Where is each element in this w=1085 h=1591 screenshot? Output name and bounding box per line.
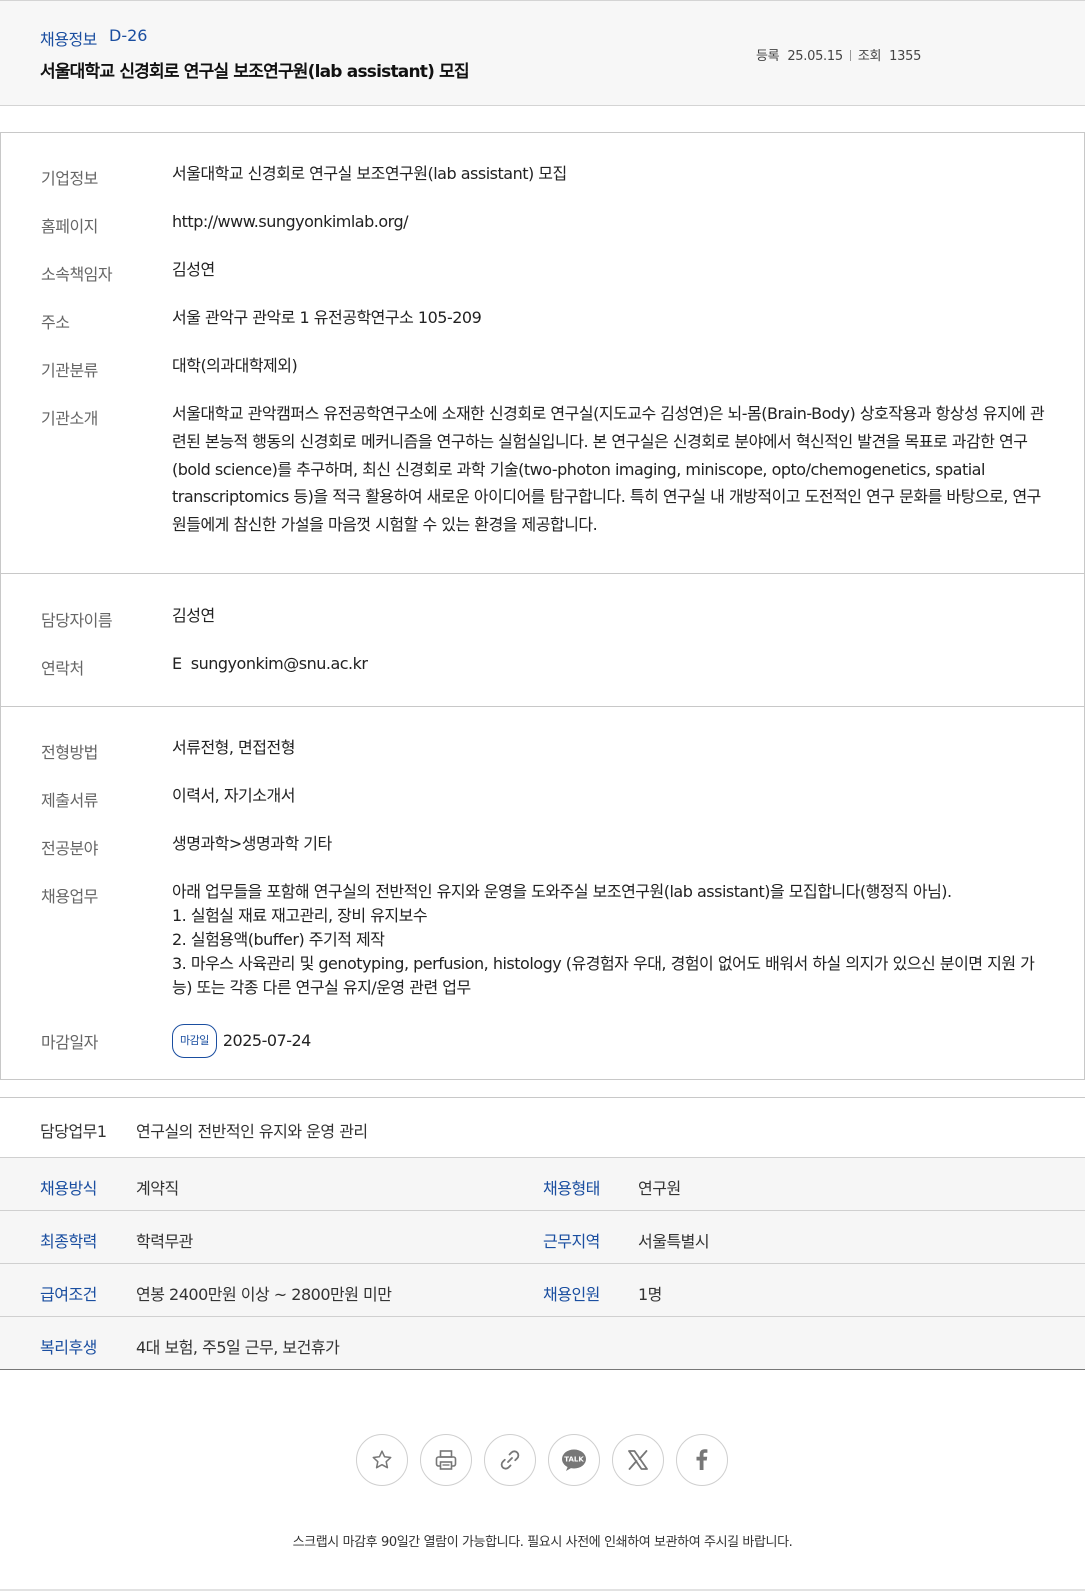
scrap-notice: 스크랩시 마감후 90일간 열람이 가능합니다. 필요시 사전에 인쇄하여 보관… [292, 1535, 793, 1550]
duty-line: 2. 실험용액(buffer) 주기적 제작 [172, 930, 385, 949]
category-label: 채용정보 [40, 30, 97, 49]
method-label: 전형방법 [41, 743, 98, 762]
star-icon [372, 1450, 392, 1469]
location-value: 서울특별시 [638, 1232, 710, 1251]
facebook-icon [696, 1449, 708, 1470]
email-prefix: E [172, 654, 182, 673]
duty-line: 아래 업무들을 포함해 연구실의 전반적인 유지와 운영을 도와주실 보조연구원… [172, 882, 952, 901]
company-name: 서울대학교 신경회로 연구실 보조연구원(lab assistant) 모집 [172, 164, 567, 183]
conditions-row: 복리후생 4대 보험, 주5일 근무, 보건휴가 [0, 1316, 1085, 1369]
employ-type-value: 연구원 [638, 1179, 681, 1198]
deadline-date: 2025-07-24 [222, 1031, 311, 1050]
homepage-link[interactable]: http://www.sungyonkimlab.org/ [172, 208, 1054, 236]
duty-summary-row: 담당업무1 연구실의 전반적인 유지와 운영 관리 [0, 1097, 1085, 1157]
org-intro-text: 서울대학교 관악캠퍼스 유전공학연구소에 소재한 신경회로 연구실(지도교수 김… [172, 404, 1045, 535]
contact-section: 담당자이름 김성연 연락처 E sungyonkim@snu.ac.kr [0, 573, 1085, 707]
views-count: 1355 [889, 49, 922, 64]
reg-label: 등록 [756, 49, 780, 64]
welfare-label: 복리후생 [40, 1338, 97, 1357]
facebook-share-button[interactable] [676, 1434, 728, 1486]
info-label: 소속책임자 [41, 265, 113, 284]
welfare-value: 4대 보험, 주5일 근무, 보건휴가 [136, 1338, 340, 1357]
salary-label: 급여조건 [40, 1285, 97, 1304]
salary-value: 연봉 2400만원 이상 ~ 2800만원 미만 [136, 1285, 392, 1304]
link-icon [500, 1450, 520, 1470]
share-toolbar: TALK [356, 1434, 730, 1488]
address-value: 서울 관악구 관악로 1 유전공학연구소 105-209 [172, 308, 482, 327]
education-value: 학력무관 [136, 1232, 193, 1251]
employ-method-label: 채용방식 [40, 1179, 97, 1198]
recruitment-section: 전형방법 서류전형, 면접전형 제출서류 이력서, 자기소개서 전공분야 생명과… [0, 706, 1085, 1080]
page-title: 서울대학교 신경회로 연구실 보조연구원(lab assistant) 모집 [40, 62, 470, 82]
employ-type-label: 채용형태 [543, 1179, 600, 1198]
manager-name: 김성연 [172, 260, 215, 279]
svg-text:TALK: TALK [564, 1456, 584, 1464]
company-info-section: 기업정보 서울대학교 신경회로 연구실 보조연구원(lab assistant)… [0, 132, 1085, 574]
info-label: 주소 [41, 313, 70, 332]
org-type-value: 대학(의과대학제외) [172, 356, 298, 375]
kakaotalk-share-button[interactable]: TALK [548, 1434, 600, 1486]
meta-divider [849, 50, 851, 61]
contact-email-line: E sungyonkim@snu.ac.kr [172, 650, 1054, 678]
duty-description: 아래 업무들을 포함해 연구실의 전반적인 유지와 운영을 도와주실 보조연구원… [172, 880, 1054, 1000]
headcount-value: 1명 [638, 1285, 662, 1304]
info-label: 기관분류 [41, 361, 98, 380]
duty-line: 3. 마우스 사육관리 및 genotyping, perfusion, his… [172, 954, 1035, 997]
duty-line: 1. 실험실 재료 재고관리, 장비 유지보수 [172, 906, 428, 925]
x-icon [628, 1450, 648, 1470]
deadline-badge: 마감일 [172, 1024, 217, 1058]
conditions-row: 채용방식 계약직 채용형태 연구원 [0, 1157, 1085, 1210]
conditions-table: 채용방식 계약직 채용형태 연구원 최종학력 학력무관 근무지역 서울특별시 급… [0, 1157, 1085, 1370]
info-label: 기관소개 [41, 409, 98, 428]
duty-label: 채용업무 [41, 887, 98, 906]
duty-summary-value: 연구실의 전반적인 유지와 운영 관리 [136, 1122, 368, 1141]
kakaotalk-icon: TALK [562, 1449, 586, 1471]
conditions-row: 최종학력 학력무관 근무지역 서울특별시 [0, 1210, 1085, 1263]
views-label: 조회 [857, 49, 882, 64]
print-icon [435, 1450, 457, 1470]
headcount-label: 채용인원 [543, 1285, 600, 1304]
contact-email[interactable]: sungyonkim@snu.ac.kr [191, 654, 368, 673]
field-label: 전공분야 [41, 839, 98, 858]
duty-summary-label: 담당업무1 [40, 1122, 107, 1141]
contact-name-label: 담당자이름 [41, 611, 113, 630]
reg-date: 25.05.15 [787, 49, 843, 64]
deadline-label: 마감일자 [41, 1033, 98, 1052]
contact-label: 연락처 [41, 659, 84, 678]
field-value: 생명과학>생명과학 기타 [172, 834, 332, 853]
deadline-line: 마감일 2025-07-24 [172, 1024, 1054, 1058]
contact-name: 김성연 [172, 606, 215, 625]
conditions-row: 급여조건 연봉 2400만원 이상 ~ 2800만원 미만 채용인원 1명 [0, 1263, 1085, 1316]
method-value: 서류전형, 면접전형 [172, 738, 295, 757]
dday-badge: D-26 [109, 26, 148, 45]
job-header: 채용정보 D-26 서울대학교 신경회로 연구실 보조연구원(lab assis… [0, 0, 1085, 106]
employ-method-value: 계약직 [136, 1179, 179, 1198]
location-label: 근무지역 [543, 1232, 600, 1251]
post-meta: 등록 25.05.15 조회 1355 [756, 45, 921, 64]
info-label: 홈페이지 [41, 217, 98, 236]
education-label: 최종학력 [40, 1232, 97, 1251]
docs-value: 이력서, 자기소개서 [172, 786, 295, 805]
info-label: 기업정보 [41, 169, 98, 188]
copy-link-button[interactable] [484, 1434, 536, 1486]
x-share-button[interactable] [612, 1434, 664, 1486]
scrap-button[interactable] [356, 1434, 408, 1486]
docs-label: 제출서류 [41, 791, 98, 810]
print-button[interactable] [420, 1434, 472, 1486]
